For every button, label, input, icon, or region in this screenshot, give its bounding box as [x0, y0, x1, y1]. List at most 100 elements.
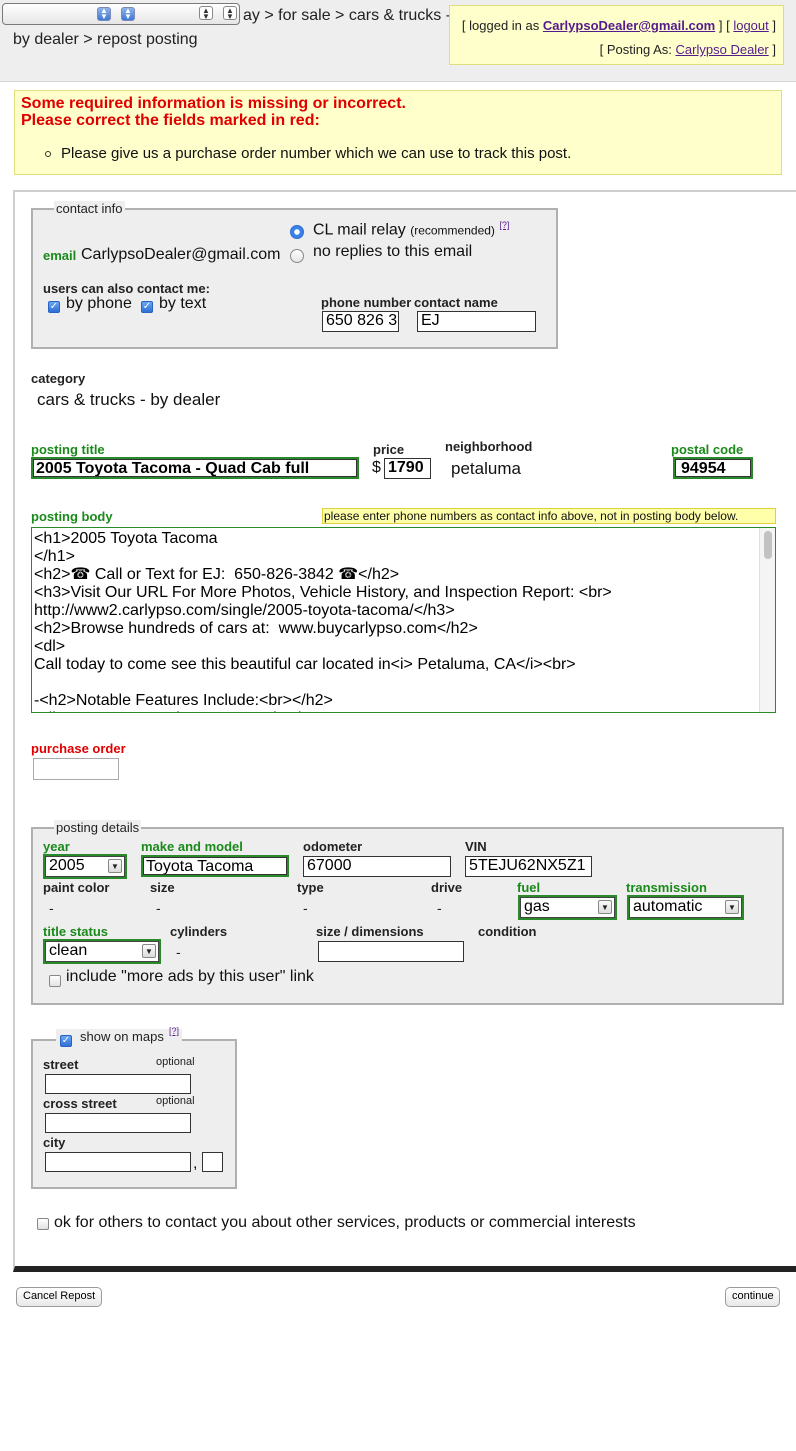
maps-legend: ✓ show on maps [?]: [56, 1026, 182, 1049]
posting-body-label: posting body: [31, 509, 113, 524]
phone-number-input[interactable]: 650 826 3: [322, 311, 399, 332]
scrollbar-thumb[interactable]: [764, 531, 772, 559]
purchase-order-label: purchase order: [31, 741, 126, 756]
make-model-label: make and model: [141, 839, 243, 854]
more-ads-label: include "more ads by this user" link: [66, 968, 314, 985]
cross-street-input[interactable]: [45, 1113, 191, 1133]
price-label: price: [373, 442, 405, 457]
show-on-maps-label: show on maps: [80, 1029, 164, 1044]
transmission-select[interactable]: automatic ▼: [629, 897, 742, 918]
fuel-label: fuel: [517, 880, 541, 895]
category-label: category: [31, 371, 86, 386]
category-value: cars & trucks - by dealer: [37, 390, 221, 409]
user-info-box: [ logged in as CarlypsoDealer@gmail.com …: [449, 5, 784, 65]
type-label: type: [297, 880, 324, 895]
email-label: email: [43, 248, 77, 263]
bullet-icon: [45, 151, 51, 158]
mail-relay-label: CL mail relay: [313, 221, 406, 239]
email-value: CarlypsoDealer@gmail.com: [81, 246, 281, 263]
cylinders-label: cylinders: [170, 924, 228, 939]
type-select[interactable]: -: [303, 900, 308, 916]
cross-street-label: cross street: [43, 1096, 117, 1111]
vin-label: VIN: [465, 839, 487, 854]
condition-label: condition: [478, 924, 537, 939]
drive-select[interactable]: -: [437, 900, 442, 916]
area-select[interactable]: ▲ ▼ ▲ ▼ ▲ ▼ ▲ ▼: [2, 3, 240, 25]
purchase-order-input[interactable]: [33, 758, 119, 780]
consent-label: ok for others to contact you about other…: [54, 1214, 636, 1231]
body-scrollbar[interactable]: [759, 528, 775, 712]
show-on-maps-checkbox[interactable]: ✓: [60, 1035, 72, 1047]
stepper-icon[interactable]: ▲ ▼: [97, 7, 111, 21]
chevron-down-icon: ▼: [725, 900, 739, 914]
help-link[interactable]: [?]: [499, 220, 509, 230]
error-subheading: Please correct the fields marked in red:: [21, 112, 320, 129]
neighborhood-value[interactable]: petaluma: [451, 459, 521, 479]
consent-checkbox[interactable]: [37, 1218, 49, 1230]
vin-input[interactable]: 5TEJU62NX5Z1: [465, 856, 592, 877]
no-replies-label: no replies to this email: [313, 243, 473, 260]
separator-text: ] [: [718, 18, 730, 33]
street-input[interactable]: [45, 1074, 191, 1094]
error-heading: Some required information is missing or …: [21, 95, 406, 112]
breadcrumb: by dealer > repost posting: [13, 31, 198, 48]
odometer-label: odometer: [303, 839, 363, 854]
breadcrumb: ay > for sale > cars & trucks -: [243, 7, 452, 24]
title-status-value: clean: [49, 942, 88, 959]
stepper-icon[interactable]: ▲ ▼: [121, 7, 135, 21]
contact-name-label: contact name: [414, 295, 498, 310]
posting-title-label: posting title: [31, 442, 105, 457]
odometer-input[interactable]: 67000: [303, 856, 451, 877]
continue-button[interactable]: continue: [725, 1287, 780, 1307]
posting-title-input[interactable]: 2005 Toyota Tacoma - Quad Cab full: [31, 457, 359, 479]
user-email-link[interactable]: CarlypsoDealer@gmail.com: [543, 18, 715, 33]
error-item: Please give us a purchase order number w…: [45, 145, 571, 162]
transmission-label: transmission: [626, 880, 707, 895]
paint-color-select[interactable]: -: [49, 900, 54, 916]
by-text-checkbox[interactable]: ✓: [141, 301, 153, 313]
contact-name-input[interactable]: EJ: [417, 311, 536, 332]
make-model-input[interactable]: Toyota Tacoma: [141, 855, 289, 877]
dimensions-label: size / dimensions: [316, 924, 424, 939]
city-input[interactable]: [45, 1152, 191, 1172]
chevron-down-icon[interactable]: ▲ ▼: [199, 6, 213, 21]
posting-body-textarea[interactable]: <h1>2005 Toyota Tacoma </h1> <h2>☎ Call …: [31, 527, 776, 713]
error-item-text: Please give us a purchase order number w…: [61, 145, 572, 162]
chevron-down-icon: ▼: [142, 944, 156, 958]
year-label: year: [43, 839, 70, 854]
street-label: street: [43, 1057, 79, 1072]
title-status-select[interactable]: clean ▼: [45, 941, 159, 962]
mail-relay-note: (recommended): [410, 223, 495, 238]
year-select[interactable]: 2005 ▼: [45, 856, 125, 877]
no-replies-radio[interactable]: [290, 249, 304, 263]
size-label: size: [150, 880, 175, 895]
posting-as-link[interactable]: Carlypso Dealer: [676, 42, 769, 57]
chevron-down-icon: ▼: [108, 859, 122, 873]
cylinders-select[interactable]: -: [176, 944, 181, 960]
size-select[interactable]: -: [156, 900, 161, 916]
logout-link[interactable]: logout: [733, 18, 768, 33]
dimensions-input[interactable]: [318, 941, 464, 962]
state-input[interactable]: [202, 1152, 223, 1172]
chevron-down-icon: ▼: [598, 900, 612, 914]
separator-text: ]: [772, 18, 776, 33]
more-ads-checkbox[interactable]: [49, 975, 61, 987]
cancel-repost-button[interactable]: Cancel Repost: [16, 1287, 102, 1307]
by-phone-checkbox[interactable]: ✓: [48, 301, 60, 313]
fuel-select[interactable]: gas ▼: [520, 897, 615, 918]
price-input[interactable]: 1790: [384, 458, 431, 479]
year-value: 2005: [49, 857, 85, 874]
postal-code-input[interactable]: 94954: [673, 457, 753, 479]
mail-relay-radio[interactable]: [290, 225, 304, 239]
help-link[interactable]: [?]: [169, 1026, 179, 1036]
neighborhood-label: neighborhood: [445, 439, 533, 454]
mail-relay-option: CL mail relay (recommended) [?]: [313, 220, 509, 239]
chevron-down-icon[interactable]: ▲ ▼: [223, 6, 237, 21]
posting-as-prefix: [ Posting As:: [599, 42, 672, 57]
paint-color-label: paint color: [43, 880, 110, 895]
price-currency: $: [372, 459, 381, 476]
contact-info-legend: contact info: [54, 201, 125, 216]
street-optional: optional: [156, 1056, 195, 1068]
phone-number-label: phone number: [321, 295, 412, 310]
postal-code-label: postal code: [671, 442, 744, 457]
